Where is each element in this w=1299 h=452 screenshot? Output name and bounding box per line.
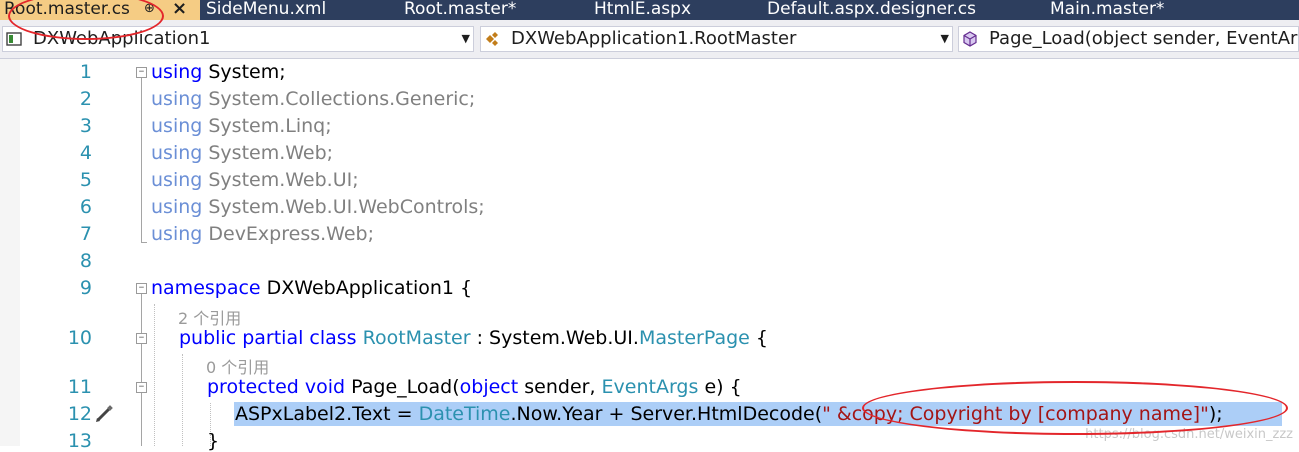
code-editor[interactable]: 1 2 3 4 5 6 7 8 9 10 11 12 13 − − − − us… <box>0 59 1299 452</box>
references-codelens[interactable]: 2 个引用 <box>178 305 241 329</box>
type-name: MasterPage <box>638 327 750 349</box>
pin-icon[interactable]: ⊕ <box>144 0 155 20</box>
code-line-3[interactable]: using System.Linq; <box>151 115 332 137</box>
line-number: 13 <box>67 430 92 452</box>
class-name: DXWebApplication1.RootMaster <box>511 28 797 49</box>
line-number: 8 <box>79 250 92 272</box>
class-icon <box>486 32 498 46</box>
code-text: DXWebApplication1 { <box>260 277 473 299</box>
document-tab-strip: Root.master.cs ⊕ × SideMenu.xml Root.mas… <box>0 0 1299 20</box>
close-icon[interactable]: × <box>172 0 187 20</box>
line-number: 7 <box>79 223 92 245</box>
fold-guide <box>141 242 147 243</box>
collapse-method-toggle[interactable]: − <box>136 382 147 393</box>
code-text: System.Web.UI; <box>202 169 359 191</box>
keyword: using <box>151 115 203 137</box>
tab-sidemenu-xml[interactable]: SideMenu.xml <box>206 0 326 20</box>
line-number: 1 <box>79 61 92 83</box>
code-line-2[interactable]: using System.Collections.Generic; <box>151 88 475 110</box>
tab-label: Root.master.cs <box>4 0 130 19</box>
code-text: ); <box>1208 403 1223 425</box>
code-line-1[interactable]: using System; <box>151 61 286 83</box>
tab-label: Default.aspx.designer.cs <box>767 0 976 19</box>
type-name: EventArgs <box>601 376 699 398</box>
string-literal: " &copy; Copyright by [company name]" <box>822 403 1209 425</box>
member-name: Page_Load(object sender, EventArgs e) <box>989 28 1298 49</box>
project-dropdown[interactable]: DXWebApplication1 ▼ <box>2 26 474 52</box>
pencil-icon <box>96 405 113 422</box>
code-text: .Now.Year + Server.HtmlDecode( <box>510 403 823 425</box>
code-line-12[interactable]: ASPxLabel2.Text = DateTime.Now.Year + Se… <box>235 403 1223 425</box>
keyword: public partial class <box>179 327 357 349</box>
member-dropdown[interactable]: Page_Load(object sender, EventArgs e) <box>958 26 1299 52</box>
navigation-bar: DXWebApplication1 ▼ DXWebApplication1.Ro… <box>0 20 1299 59</box>
line-number: 3 <box>79 115 92 137</box>
code-text: : System.Web.UI. <box>470 327 639 349</box>
code-line-6[interactable]: using System.Web.UI.WebControls; <box>151 196 485 218</box>
class-dropdown[interactable]: DXWebApplication1.RootMaster ▼ <box>480 26 953 52</box>
keyword: namespace <box>151 277 261 299</box>
code-text: System.Web.UI.WebControls; <box>202 196 485 218</box>
code-line-4[interactable]: using System.Web; <box>151 142 333 164</box>
line-number: 6 <box>79 196 92 218</box>
code-text: System.Collections.Generic; <box>202 88 476 110</box>
tab-label: Main.master* <box>1050 0 1165 19</box>
code-line-13[interactable]: } <box>207 430 219 452</box>
line-number: 9 <box>79 277 92 299</box>
tab-label: HtmlE.aspx <box>594 0 692 19</box>
line-number: 5 <box>79 169 92 191</box>
line-number: 10 <box>67 327 92 349</box>
code-text: ASPxLabel2.Text = <box>235 403 419 425</box>
references-codelens[interactable]: 0 个引用 <box>206 354 269 378</box>
code-text: Page_Load( <box>345 376 460 398</box>
code-line-5[interactable]: using System.Web.UI; <box>151 169 359 191</box>
type-name: RootMaster <box>362 327 471 349</box>
indent-guide <box>182 354 183 446</box>
collapse-usings-toggle[interactable]: − <box>136 67 147 78</box>
collapse-namespace-toggle[interactable]: − <box>136 283 147 294</box>
code-text: System.Web; <box>202 142 334 164</box>
tab-label: Root.master* <box>404 0 517 19</box>
tab-default-aspx-designer-cs[interactable]: Default.aspx.designer.cs <box>767 0 976 20</box>
watermark: https://blog.csdn.net/weixin_zzz <box>1085 427 1293 442</box>
type-name: DateTime <box>418 403 511 425</box>
code-text: System.Linq; <box>202 115 332 137</box>
code-line-10[interactable]: public partial class RootMaster : System… <box>179 327 768 349</box>
line-number: 12 <box>67 403 92 425</box>
line-number: 2 <box>79 88 92 110</box>
keyword: object <box>459 376 519 398</box>
keyword: using <box>151 142 203 164</box>
tab-root-master[interactable]: Root.master* <box>404 0 516 20</box>
method-icon <box>963 31 977 47</box>
line-number: 4 <box>79 142 92 164</box>
chevron-down-icon[interactable]: ▼ <box>941 28 949 50</box>
tab-label: SideMenu.xml <box>206 0 327 19</box>
collapse-class-toggle[interactable]: − <box>136 333 147 344</box>
keyword: using <box>151 169 203 191</box>
code-text: System; <box>202 61 286 83</box>
csharp-project-icon <box>6 32 22 46</box>
code-text: e) { <box>698 376 742 398</box>
project-name: DXWebApplication1 <box>33 28 211 49</box>
code-text: { <box>749 327 768 349</box>
indent-guide <box>154 304 155 446</box>
code-line-9[interactable]: namespace DXWebApplication1 { <box>151 277 472 299</box>
keyword: using <box>151 196 203 218</box>
line-number: 11 <box>67 376 92 398</box>
code-text: DevExpress.Web; <box>202 223 374 245</box>
fold-guide <box>141 78 142 243</box>
tab-main-master[interactable]: Main.master* <box>1050 0 1164 20</box>
keyword: using <box>151 223 203 245</box>
chevron-down-icon[interactable]: ▼ <box>462 28 470 50</box>
tab-htmle-aspx[interactable]: HtmlE.aspx <box>594 0 691 20</box>
keyword: using <box>151 88 203 110</box>
indicator-margin[interactable] <box>0 59 20 446</box>
code-line-11[interactable]: protected void Page_Load(object sender, … <box>207 376 742 398</box>
keyword: using <box>151 61 203 83</box>
code-text: sender, <box>518 376 602 398</box>
code-line-7[interactable]: using DevExpress.Web; <box>151 223 374 245</box>
keyword: protected void <box>207 376 346 398</box>
tab-root-master-cs[interactable]: Root.master.cs ⊕ × <box>0 0 200 20</box>
fold-guide <box>141 294 142 446</box>
